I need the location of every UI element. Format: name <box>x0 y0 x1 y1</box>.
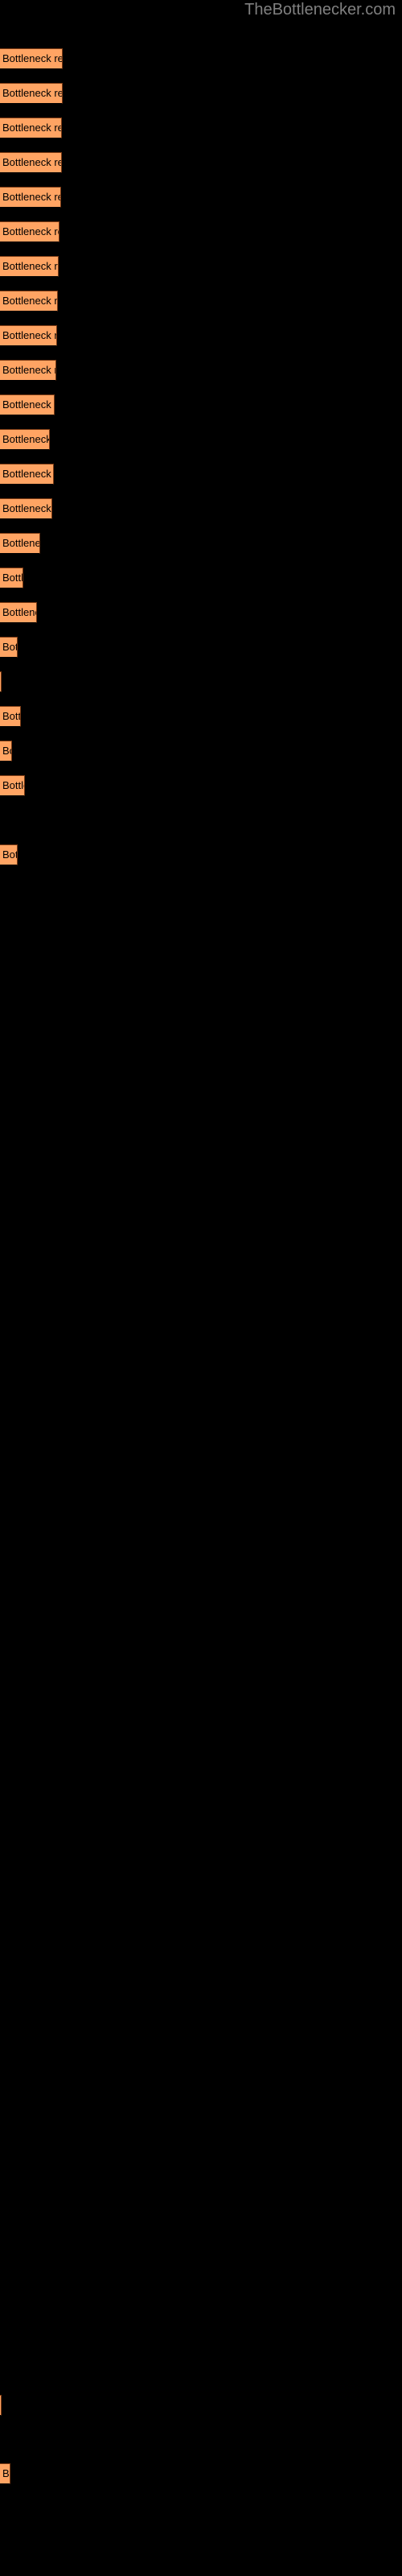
bar-6[interactable]: Bottleneck result <box>0 221 59 242</box>
bar-24[interactable]: Bottleneck result <box>0 844 18 865</box>
bar-label: Bottleneck result <box>2 537 40 549</box>
bar-label: Bottleneck result <box>2 710 21 722</box>
bar-label: Bottleneck result <box>2 87 62 99</box>
bar-2[interactable]: Bottleneck result <box>0 83 63 104</box>
bar-label: Bottleneck result <box>2 433 50 445</box>
bar-15[interactable]: Bottleneck result <box>0 533 40 554</box>
bar-label: Bottleneck result <box>2 2467 10 2479</box>
bar-8[interactable]: Bottleneck result <box>0 291 58 312</box>
bar-14[interactable]: Bottleneck result <box>0 498 52 519</box>
bar-35[interactable]: Bottleneck result <box>0 2395 2 2416</box>
bar-20[interactable]: Bottleneck result <box>0 706 21 727</box>
bar-label: Bottleneck result <box>2 260 58 272</box>
bar-17[interactable]: Bottleneck result <box>0 602 37 623</box>
bar-21[interactable]: Bottleneck result <box>0 741 12 762</box>
bar-12[interactable]: Bottleneck result <box>0 429 50 450</box>
bar-label: Bottleneck result <box>2 191 60 203</box>
bar-label: Bottleneck result <box>2 641 17 653</box>
bar-label: Bottleneck result <box>2 52 62 64</box>
bar-4[interactable]: Bottleneck result <box>0 152 62 173</box>
bar-label: Bottleneck result <box>2 295 58 307</box>
bar-18[interactable]: Bottleneck result <box>0 637 18 658</box>
bar-label: Bottleneck result <box>2 364 55 376</box>
bar-7[interactable]: Bottleneck result <box>0 256 59 277</box>
bar-16[interactable]: Bottleneck result <box>0 568 23 588</box>
bar-label: Bottleneck result <box>2 572 23 584</box>
bar-36[interactable]: Bottleneck result <box>0 2463 10 2484</box>
bar-label: Bottleneck result <box>2 779 24 791</box>
bar-22[interactable]: Bottleneck result <box>0 775 25 796</box>
bar-label: Bottleneck result <box>2 468 53 480</box>
bar-11[interactable]: Bottleneck result <box>0 394 55 415</box>
bar-label: Bottleneck result <box>2 398 54 411</box>
bar-label: Bottleneck result <box>2 329 56 341</box>
bar-label: Bottleneck result <box>2 156 61 168</box>
bar-5[interactable]: Bottleneck result <box>0 187 61 208</box>
bar-10[interactable]: Bottleneck result <box>0 360 56 381</box>
bar-label: Bottleneck result <box>2 122 61 134</box>
bar-label: Bottleneck result <box>2 225 59 237</box>
bar-1[interactable]: Bottleneck result <box>0 48 63 69</box>
chart-page: TheBottlenecker.com Bottleneck resultBot… <box>0 0 402 2576</box>
bar-13[interactable]: Bottleneck result <box>0 464 54 485</box>
bar-label: Bottleneck result <box>2 606 36 618</box>
bar-9[interactable]: Bottleneck result <box>0 325 57 346</box>
bar-chart: Bottleneck result Bottleneck result Bottle… <box>0 0 402 2576</box>
bar-label: Bottleneck result <box>2 848 17 861</box>
bar-19[interactable]: Bottleneck result <box>0 671 2 692</box>
bar-3[interactable]: Bottleneck result <box>0 118 62 138</box>
bar-label: Bottleneck result <box>2 745 11 757</box>
bar-label: Bottleneck result <box>2 502 51 514</box>
